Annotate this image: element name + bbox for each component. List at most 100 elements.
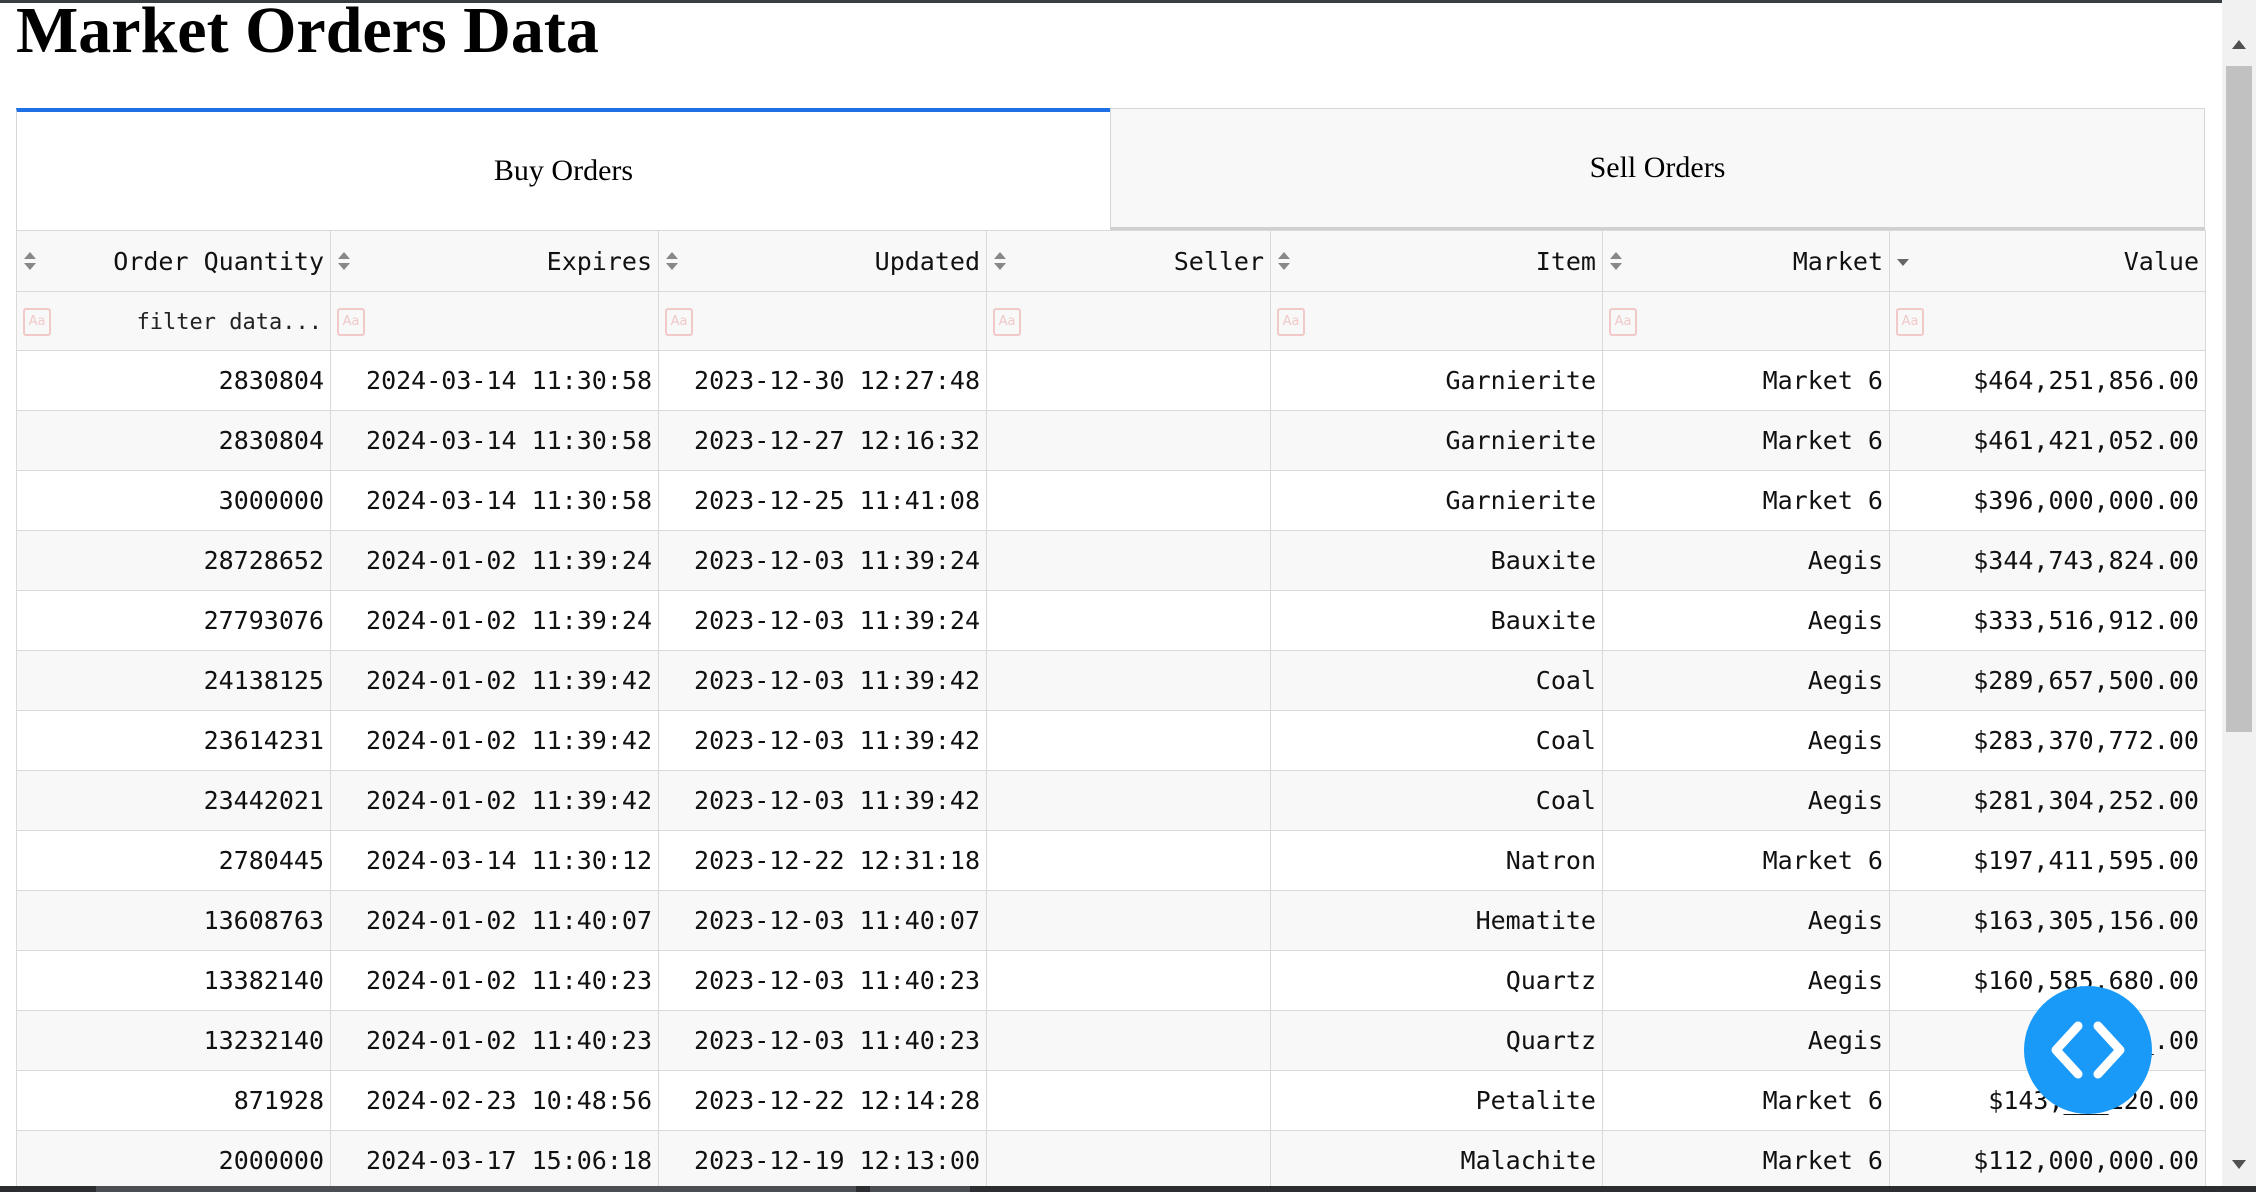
order-tabs: Buy Orders Sell Orders (16, 108, 2205, 230)
table-cell: 2024-01-02 11:40:23 (330, 1010, 659, 1071)
table-cell: $163,305,156.00 (1889, 890, 2206, 951)
table-cell: 2024-03-14 11:30:58 (330, 470, 659, 531)
table-cell: Market 6 (1602, 830, 1890, 891)
column-header-market[interactable]: Market (1602, 230, 1890, 292)
sort-arrows-icon[interactable] (1609, 249, 1623, 273)
filter-input-expires[interactable] (337, 309, 652, 336)
filter-input-item[interactable] (1277, 309, 1596, 336)
table-row[interactable]: 23442021 2024-01-02 11:39:42 2023-12-03 11… (16, 770, 2206, 831)
text-filter-icon: Aa (1609, 308, 1637, 336)
table-cell: 2023-12-30 12:27:48 (658, 350, 987, 411)
table-row[interactable]: 23614231 2024-01-02 11:39:42 2023-12-03 11… (16, 710, 2206, 771)
table-cell: $464,251,856.00 (1889, 350, 2206, 411)
table-cell: 24138125 (16, 650, 331, 711)
column-header-item[interactable]: Item (1270, 230, 1603, 292)
table-cell: Market 6 (1602, 350, 1890, 411)
text-filter-icon: Aa (337, 308, 365, 336)
tab-label: Buy Orders (493, 154, 634, 187)
table-cell: 2024-01-02 11:39:42 (330, 710, 659, 771)
table-cell: Market 6 (1602, 410, 1890, 471)
text-filter-icon: Aa (993, 308, 1021, 336)
column-header-value[interactable]: Value (1889, 230, 2206, 292)
code-view-button[interactable] (2024, 986, 2152, 1114)
table-cell (986, 1070, 1271, 1131)
table-cell: Coal (1270, 710, 1603, 771)
column-header-label: Item (1535, 246, 1596, 276)
table-cell (986, 470, 1271, 531)
table-row[interactable]: 2830804 2024-03-14 11:30:58 2023-12-30 12:… (16, 350, 2206, 411)
table-row[interactable]: 27793076 2024-01-02 11:39:24 2023-12-03 11… (16, 590, 2206, 651)
column-header-expires[interactable]: Expires (330, 230, 659, 292)
table-row[interactable]: 13382140 2024-01-02 11:40:23 2023-12-03 11… (16, 950, 2206, 1011)
table-cell: $283,370,772.00 (1889, 710, 2206, 771)
table-cell: 2024-03-14 11:30:12 (330, 830, 659, 891)
table-row[interactable]: 13232140 2024-01-02 11:40:23 2023-12-03 11… (16, 1010, 2206, 1071)
table-cell: Bauxite (1270, 590, 1603, 651)
scroll-up-arrow-icon[interactable] (2232, 40, 2246, 49)
scroll-down-arrow-icon[interactable] (2232, 1160, 2246, 1169)
table-cell: Aegis (1602, 1010, 1890, 1071)
filter-input-seller[interactable] (993, 309, 1264, 336)
table-row[interactable]: 871928 2024-02-23 10:48:56 2023-12-22 12:1… (16, 1070, 2206, 1131)
table-cell: Aegis (1602, 770, 1890, 831)
table-cell: Garnierite (1270, 410, 1603, 471)
sort-arrows-icon[interactable] (1277, 249, 1291, 273)
table-row[interactable]: 13608763 2024-01-02 11:40:07 2023-12-03 11… (16, 890, 2206, 951)
table-cell: Petalite (1270, 1070, 1603, 1131)
column-header-updated[interactable]: Updated (658, 230, 987, 292)
table-cell (986, 590, 1271, 651)
table-row[interactable]: 2780445 2024-03-14 11:30:12 2023-12-22 12:… (16, 830, 2206, 891)
table-cell: Garnierite (1270, 350, 1603, 411)
table-row[interactable]: 28728652 2024-01-02 11:39:24 2023-12-03 11… (16, 530, 2206, 591)
table-cell (986, 350, 1271, 411)
table-cell: Malachite (1270, 1130, 1603, 1191)
filter-input-value[interactable] (1896, 309, 2199, 336)
sort-descending-icon[interactable] (1896, 249, 1910, 273)
column-header-order-quantity[interactable]: Order Quantity (16, 230, 331, 292)
column-header-seller[interactable]: Seller (986, 230, 1271, 292)
orders-table: Order Quantity Expires Updated Seller Item Ma… (16, 230, 2206, 1191)
sort-arrows-icon[interactable] (993, 249, 1007, 273)
table-cell: 2024-01-02 11:39:24 (330, 530, 659, 591)
table-cell (986, 1010, 1271, 1071)
scroll-thumb[interactable] (2226, 66, 2252, 732)
table-cell: 2023-12-03 11:40:07 (658, 890, 987, 951)
table-cell: 2023-12-27 12:16:32 (658, 410, 987, 471)
table-cell: Aegis (1602, 890, 1890, 951)
table-row[interactable]: 24138125 2024-01-02 11:39:42 2023-12-03 11… (16, 650, 2206, 711)
table-cell: 2023-12-22 12:14:28 (658, 1070, 987, 1131)
table-row[interactable]: 2830804 2024-03-14 11:30:58 2023-12-27 12:… (16, 410, 2206, 471)
tab-buy-orders[interactable]: Buy Orders (16, 108, 1110, 230)
sort-arrows-icon[interactable] (23, 249, 37, 273)
table-cell: Aegis (1602, 590, 1890, 651)
table-cell: 2024-01-02 11:39:42 (330, 650, 659, 711)
table-cell: Aegis (1602, 530, 1890, 591)
table-cell: $281,304,252.00 (1889, 770, 2206, 831)
sort-arrows-icon[interactable] (337, 249, 351, 273)
filter-cell: Aa (1602, 291, 1890, 351)
table-cell: 2024-01-02 11:39:42 (330, 770, 659, 831)
table-cell: 2024-03-14 11:30:58 (330, 350, 659, 411)
filter-input-updated[interactable] (665, 309, 980, 336)
table-cell: Market 6 (1602, 470, 1890, 531)
table-row[interactable]: 3000000 2024-03-14 11:30:58 2023-12-25 11:… (16, 470, 2206, 531)
filter-input-market[interactable] (1609, 309, 1883, 336)
table-cell: Garnierite (1270, 470, 1603, 531)
vertical-scrollbar[interactable] (2222, 0, 2256, 1186)
table-cell: 2024-03-17 15:06:18 (330, 1130, 659, 1191)
table-cell: 2023-12-19 12:13:00 (658, 1130, 987, 1191)
filter-input-order-quantity[interactable] (23, 309, 324, 336)
column-header-label: Seller (1173, 246, 1264, 276)
table-cell: 27793076 (16, 590, 331, 651)
table-cell: Aegis (1602, 950, 1890, 1011)
table-cell: $333,516,912.00 (1889, 590, 2206, 651)
tab-sell-orders[interactable]: Sell Orders (1110, 108, 2205, 230)
sort-arrows-icon[interactable] (665, 249, 679, 273)
table-cell (986, 650, 1271, 711)
table-cell: Market 6 (1602, 1070, 1890, 1131)
table-cell: 2023-12-25 11:41:08 (658, 470, 987, 531)
table-row[interactable]: 2000000 2024-03-17 15:06:18 2023-12-19 12:… (16, 1130, 2206, 1191)
table-cell: Quartz (1270, 950, 1603, 1011)
page-title: Market Orders Data (16, 0, 599, 67)
table-cell: 3000000 (16, 470, 331, 531)
